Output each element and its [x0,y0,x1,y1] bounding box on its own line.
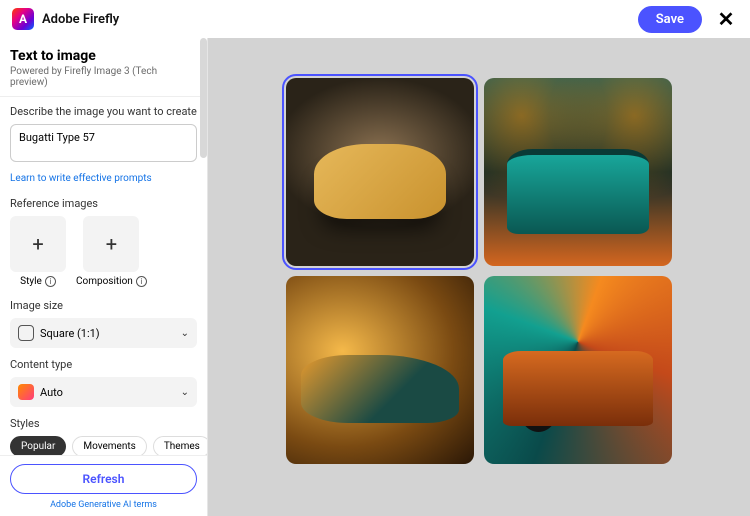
image-size-value: Square (1:1) [40,327,181,340]
chip-movements[interactable]: Movements [72,436,146,455]
image-size-select[interactable]: Square (1:1) ⌄ [10,318,197,348]
prompt-help-link[interactable]: Learn to write effective prompts [10,173,152,184]
chip-themes[interactable]: Themes [153,436,207,455]
info-icon[interactable]: i [136,276,147,287]
styles-heading: Styles [10,417,197,430]
chevron-down-icon: ⌄ [181,387,189,398]
plus-icon: + [32,232,43,256]
prompt-input[interactable] [10,124,197,162]
close-icon[interactable]: ✕ [714,7,738,31]
result-image-4[interactable] [484,276,672,464]
app-logo: A [12,8,34,30]
result-image-3[interactable] [286,276,474,464]
app-title: Adobe Firefly [42,12,119,27]
chevron-down-icon: ⌄ [181,328,189,339]
info-icon[interactable]: i [45,276,56,287]
image-size-heading: Image size [10,299,197,312]
ref-composition-label: Composition [76,276,133,287]
terms-link[interactable]: Adobe Generative AI terms [10,500,197,510]
reference-heading: Reference images [10,197,197,210]
result-image-1[interactable] [286,78,474,266]
chip-popular[interactable]: Popular [10,436,66,455]
content-type-select[interactable]: Auto ⌄ [10,377,197,407]
prompt-label: Describe the image you want to create [10,105,197,118]
panel-title: Text to image [10,48,197,64]
refresh-button[interactable]: Refresh [10,464,197,494]
results-canvas [208,38,750,516]
sidebar: Text to image Powered by Firefly Image 3… [0,38,208,516]
panel-subtitle: Powered by Firefly Image 3 (Tech preview… [10,66,197,88]
scrollbar[interactable] [200,38,207,158]
add-composition-reference[interactable]: + [83,216,139,272]
plus-icon: + [106,232,117,256]
ref-style-label: Style [20,276,42,287]
auto-icon [18,384,34,400]
add-style-reference[interactable]: + [10,216,66,272]
content-type-heading: Content type [10,358,197,371]
square-icon [18,325,34,341]
save-button[interactable]: Save [638,6,702,33]
result-image-2[interactable] [484,78,672,266]
content-type-value: Auto [40,386,181,399]
